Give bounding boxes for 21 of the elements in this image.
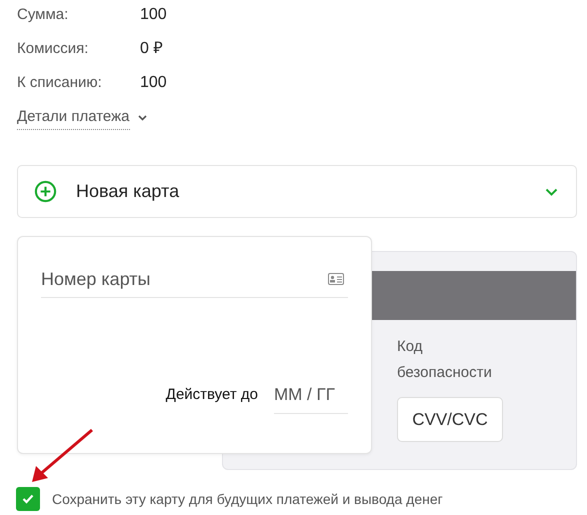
save-card-checkbox[interactable] bbox=[16, 487, 40, 511]
cvv-label: Код безопасности bbox=[397, 337, 493, 383]
summary-value: 0 ₽ bbox=[140, 39, 162, 59]
chevron-icon bbox=[138, 114, 146, 121]
id-card-icon bbox=[328, 273, 344, 285]
summary-value: 100 bbox=[140, 73, 167, 93]
summary-label: Комиссия: bbox=[17, 38, 90, 59]
card-number-field[interactable]: Номер карты bbox=[41, 261, 348, 298]
save-card-label: Сохранить эту карту для будущих платежей и вывода денег bbox=[52, 490, 443, 509]
annotation-arrow bbox=[30, 428, 94, 484]
expiry-label: Действует до bbox=[166, 384, 258, 405]
check-icon bbox=[22, 494, 34, 504]
cvv-field[interactable]: CVV/CVC bbox=[397, 397, 503, 442]
chevron-icon bbox=[545, 188, 558, 196]
expiry-field[interactable]: ММ / ГГ bbox=[274, 376, 348, 414]
new-card-accordion[interactable]: Новая карта bbox=[17, 165, 577, 218]
summary-label: К списанию: bbox=[17, 72, 103, 93]
plus-circle-icon bbox=[34, 180, 57, 203]
summary-label: Сумма: bbox=[17, 4, 70, 25]
summary-value: 100 bbox=[140, 5, 167, 25]
payment-details-link[interactable]: Детали платежа bbox=[17, 106, 146, 130]
